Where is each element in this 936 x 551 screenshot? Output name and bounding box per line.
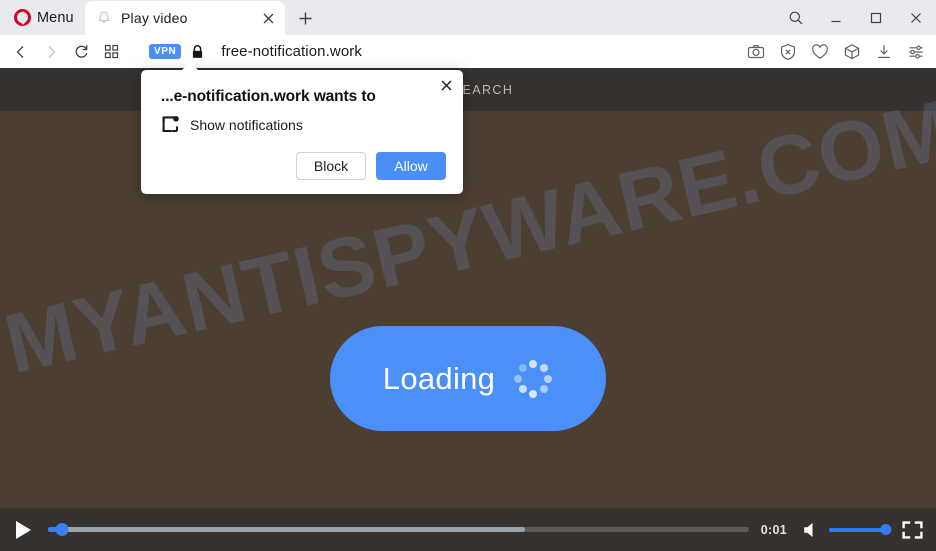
speaker-icon[interactable] — [796, 515, 826, 545]
plus-icon — [299, 12, 311, 24]
dialog-actions: Block Allow — [296, 152, 446, 180]
ad-blocker-shield-icon[interactable] — [772, 36, 804, 68]
dialog-close-icon[interactable] — [434, 73, 458, 97]
dialog-title: ...e-notification.work wants to — [161, 88, 376, 105]
new-tab-button[interactable] — [292, 5, 318, 31]
video-control-bar: 0:01 — [0, 508, 936, 551]
address-bar: VPN free-notification.work — [0, 35, 936, 68]
browser-window: Menu Play video VPN free-notification.wo… — [0, 0, 936, 551]
volume-fill — [829, 527, 887, 532]
block-button[interactable]: Block — [296, 152, 366, 180]
address-bar-actions — [740, 35, 932, 68]
opera-menu-button[interactable]: Menu — [8, 5, 80, 30]
heart-favorites-icon[interactable] — [804, 36, 836, 68]
permission-label: Show notifications — [190, 116, 303, 133]
padlock-icon[interactable] — [190, 44, 205, 60]
tab-strip: Menu Play video — [0, 0, 936, 35]
tab-close-icon[interactable] — [255, 5, 281, 31]
maximize-icon[interactable] — [856, 0, 896, 35]
loading-button[interactable]: Loading — [330, 326, 606, 431]
reload-icon[interactable] — [66, 37, 96, 67]
camera-snapshot-icon[interactable] — [740, 36, 772, 68]
seek-thumb[interactable] — [55, 523, 69, 536]
fullscreen-icon[interactable] — [896, 514, 928, 546]
seek-bar[interactable] — [48, 523, 749, 536]
search-icon[interactable] — [776, 0, 816, 35]
window-controls — [776, 0, 936, 35]
cube-workspaces-icon[interactable] — [836, 36, 868, 68]
volume-thumb[interactable] — [880, 524, 892, 535]
opera-logo-icon — [14, 9, 31, 26]
back-arrow-icon[interactable] — [6, 37, 36, 67]
notification-permission-icon — [161, 115, 180, 134]
tab-title: Play video — [121, 10, 188, 26]
url-text[interactable]: free-notification.work — [221, 43, 362, 60]
vpn-badge[interactable]: VPN — [149, 44, 182, 59]
dot-spinner-icon — [513, 359, 553, 399]
forward-arrow-icon[interactable] — [36, 37, 66, 67]
permission-row: Show notifications — [161, 115, 303, 134]
allow-button[interactable]: Allow — [376, 152, 446, 180]
play-icon[interactable] — [6, 513, 40, 547]
loading-button-label: Loading — [382, 360, 496, 396]
download-icon[interactable] — [868, 36, 900, 68]
opera-menu-label: Menu — [37, 9, 74, 26]
notification-permission-dialog: ...e-notification.work wants to Show not… — [141, 62, 463, 194]
grid-icon[interactable] — [96, 37, 126, 67]
dialog-arrow — [181, 62, 199, 71]
volume-slider[interactable] — [829, 524, 892, 536]
bell-favicon-icon — [96, 10, 112, 26]
minimize-icon[interactable] — [816, 0, 856, 35]
close-window-icon[interactable] — [896, 0, 936, 35]
easy-setup-icon[interactable] — [900, 36, 932, 68]
browser-tab[interactable]: Play video — [85, 1, 285, 35]
video-time: 0:01 — [760, 522, 787, 537]
seek-buffer — [48, 527, 525, 532]
